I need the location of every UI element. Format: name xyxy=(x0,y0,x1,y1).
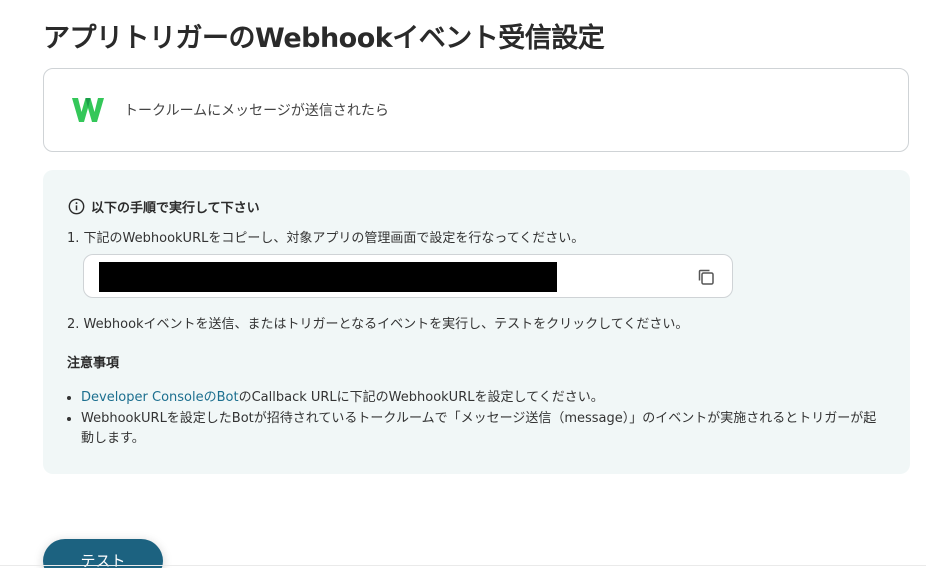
list-item: WebhookURLを設定したBotが招待されているトークルームで「メッセージ送… xyxy=(81,409,887,449)
step-2-text: 2. Webhookイベントを送信、またはトリガーとなるイベントを実行し、テスト… xyxy=(67,317,689,332)
info-circle-icon xyxy=(68,198,85,215)
step-1-text: 1. 下記のWebhookURLをコピーし、対象アプリの管理画面で設定を行なって… xyxy=(67,231,585,246)
note-2-text: WebhookURLを設定したBotが招待されているトークルームで「メッセージ送… xyxy=(81,411,877,446)
note-1-text: のCallback URLに下記のWebhookURLを設定してください。 xyxy=(238,390,604,405)
webhook-url-value xyxy=(99,262,557,292)
app-logo-icon xyxy=(72,98,104,122)
test-button[interactable]: テスト xyxy=(43,539,163,568)
notes-list: Developer ConsoleのBotのCallback URLに下記のWe… xyxy=(67,388,887,450)
list-item: Developer ConsoleのBotのCallback URLに下記のWe… xyxy=(81,388,887,408)
copy-icon[interactable] xyxy=(696,267,716,287)
notes-heading: 注意事項 xyxy=(67,356,120,371)
trigger-card: トークルームにメッセージが送信されたら xyxy=(43,68,909,152)
bottom-divider xyxy=(0,565,926,566)
webhook-url-field[interactable] xyxy=(83,254,733,298)
instructions-panel: 以下の手順で実行して下さい 1. 下記のWebhookURLをコピーし、対象アプ… xyxy=(43,170,910,474)
webhook-settings-page: アプリトリガーのWebhookイベント受信設定 トークルームにメッセージが送信さ… xyxy=(0,0,926,568)
instructions-heading: 以下の手順で実行して下さい xyxy=(68,197,260,216)
instructions-heading-text: 以下の手順で実行して下さい xyxy=(91,201,260,216)
trigger-label: トークルームにメッセージが送信されたら xyxy=(124,103,389,119)
page-title: アプリトリガーのWebhookイベント受信設定 xyxy=(43,23,605,54)
developer-console-bot-link[interactable]: Developer ConsoleのBot xyxy=(81,390,239,405)
